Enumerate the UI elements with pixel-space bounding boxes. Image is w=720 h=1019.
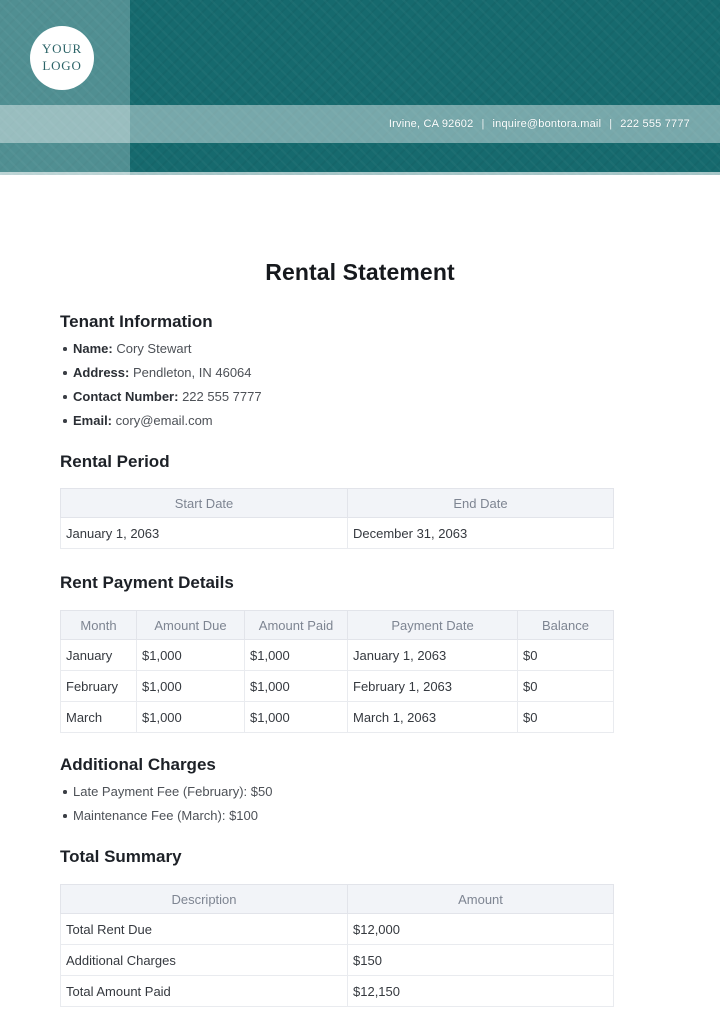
table-row: Total Amount Paid $12,150 bbox=[61, 976, 614, 1007]
table-cell: $1,000 bbox=[245, 640, 348, 671]
total-summary-section: Total Summary Description Amount Total R… bbox=[60, 847, 673, 1007]
item-label: Email: bbox=[73, 413, 112, 428]
table-cell: $1,000 bbox=[245, 702, 348, 733]
rent-payment-table: Month Amount Due Amount Paid Payment Dat… bbox=[60, 610, 614, 733]
additional-charges-heading: Additional Charges bbox=[60, 755, 673, 775]
bullet-dot bbox=[63, 371, 67, 375]
additional-charges-section: Additional Charges Late Payment Fee (Feb… bbox=[60, 755, 673, 823]
item-value: Maintenance Fee (March): $100 bbox=[73, 808, 258, 823]
contact-email: inquire@bontora.mail bbox=[493, 118, 602, 130]
page-title: Rental Statement bbox=[0, 259, 720, 286]
bullet-dot bbox=[63, 419, 67, 423]
column-header: Month bbox=[61, 611, 137, 640]
additional-charges-list: Late Payment Fee (February): $50 Mainten… bbox=[60, 784, 673, 823]
table-row: March $1,000 $1,000 March 1, 2063 $0 bbox=[61, 702, 614, 733]
table-cell: March 1, 2063 bbox=[348, 702, 518, 733]
table-cell: January bbox=[61, 640, 137, 671]
rental-statement-document: Irvine, CA 92602 | inquire@bontora.mail … bbox=[0, 0, 720, 1019]
bullet-dot bbox=[63, 395, 67, 399]
rental-period-section: Rental Period Start Date End Date Januar… bbox=[60, 452, 673, 549]
table-cell: March bbox=[61, 702, 137, 733]
list-item: Maintenance Fee (March): $100 bbox=[60, 808, 673, 823]
column-header: Amount Paid bbox=[245, 611, 348, 640]
table-cell: $0 bbox=[518, 702, 614, 733]
rent-payment-section: Rent Payment Details Month Amount Due Am… bbox=[60, 573, 673, 733]
table-cell: January 1, 2063 bbox=[348, 640, 518, 671]
item-label: Contact Number: bbox=[73, 389, 178, 404]
contact-separator: | bbox=[481, 118, 484, 130]
column-header: Description bbox=[61, 885, 348, 914]
item-value: cory@email.com bbox=[116, 413, 213, 428]
table-cell: January 1, 2063 bbox=[61, 518, 348, 549]
list-item: Email: cory@email.com bbox=[60, 413, 673, 428]
header-banner: Irvine, CA 92602 | inquire@bontora.mail … bbox=[0, 0, 720, 175]
tenant-info-section: Tenant Information Name: Cory Stewart Ad… bbox=[60, 312, 673, 428]
table-cell: $12,000 bbox=[348, 914, 614, 945]
logo-line-2: LOGO bbox=[42, 58, 82, 75]
table-row: February $1,000 $1,000 February 1, 2063 … bbox=[61, 671, 614, 702]
table-cell: Total Amount Paid bbox=[61, 976, 348, 1007]
total-summary-heading: Total Summary bbox=[60, 847, 673, 867]
contact-separator: | bbox=[609, 118, 612, 130]
table-cell: $1,000 bbox=[137, 640, 245, 671]
contact-bar: Irvine, CA 92602 | inquire@bontora.mail … bbox=[389, 105, 690, 143]
table-header-row: Description Amount bbox=[61, 885, 614, 914]
table-cell: $12,150 bbox=[348, 976, 614, 1007]
table-cell: $0 bbox=[518, 640, 614, 671]
rental-period-table: Start Date End Date January 1, 2063 Dece… bbox=[60, 488, 614, 549]
tenant-info-list: Name: Cory Stewart Address: Pendleton, I… bbox=[60, 341, 673, 428]
table-row: Additional Charges $150 bbox=[61, 945, 614, 976]
item-label: Name: bbox=[73, 341, 113, 356]
table-row: Total Rent Due $12,000 bbox=[61, 914, 614, 945]
table-cell: February 1, 2063 bbox=[348, 671, 518, 702]
table-header-row: Month Amount Due Amount Paid Payment Dat… bbox=[61, 611, 614, 640]
column-header: Start Date bbox=[61, 489, 348, 518]
table-row: January $1,000 $1,000 January 1, 2063 $0 bbox=[61, 640, 614, 671]
tenant-info-heading: Tenant Information bbox=[60, 312, 673, 332]
item-value: Pendleton, IN 46064 bbox=[133, 365, 252, 380]
column-header: End Date bbox=[348, 489, 614, 518]
table-cell: Additional Charges bbox=[61, 945, 348, 976]
table-header-row: Start Date End Date bbox=[61, 489, 614, 518]
item-value: 222 555 7777 bbox=[182, 389, 262, 404]
item-value: Late Payment Fee (February): $50 bbox=[73, 784, 272, 799]
bullet-dot bbox=[63, 347, 67, 351]
bullet-dot bbox=[63, 814, 67, 818]
header-bottom-edge bbox=[0, 172, 720, 175]
table-row: January 1, 2063 December 31, 2063 bbox=[61, 518, 614, 549]
item-label: Address: bbox=[73, 365, 129, 380]
column-header: Balance bbox=[518, 611, 614, 640]
logo: YOUR LOGO bbox=[30, 26, 94, 90]
table-cell: $150 bbox=[348, 945, 614, 976]
list-item: Contact Number: 222 555 7777 bbox=[60, 389, 673, 404]
logo-text: YOUR LOGO bbox=[42, 41, 82, 75]
list-item: Late Payment Fee (February): $50 bbox=[60, 784, 673, 799]
table-cell: February bbox=[61, 671, 137, 702]
bullet-dot bbox=[63, 790, 67, 794]
table-cell: Total Rent Due bbox=[61, 914, 348, 945]
rent-payment-heading: Rent Payment Details bbox=[60, 573, 673, 593]
table-cell: $1,000 bbox=[137, 702, 245, 733]
logo-line-1: YOUR bbox=[42, 41, 82, 58]
document-content: Tenant Information Name: Cory Stewart Ad… bbox=[0, 312, 673, 1007]
list-item: Address: Pendleton, IN 46064 bbox=[60, 365, 673, 380]
column-header: Payment Date bbox=[348, 611, 518, 640]
list-item: Name: Cory Stewart bbox=[60, 341, 673, 356]
rental-period-heading: Rental Period bbox=[60, 452, 673, 472]
total-summary-table: Description Amount Total Rent Due $12,00… bbox=[60, 884, 614, 1007]
table-cell: December 31, 2063 bbox=[348, 518, 614, 549]
table-cell: $1,000 bbox=[245, 671, 348, 702]
contact-phone: 222 555 7777 bbox=[620, 118, 690, 130]
table-cell: $0 bbox=[518, 671, 614, 702]
table-cell: $1,000 bbox=[137, 671, 245, 702]
contact-location: Irvine, CA 92602 bbox=[389, 118, 474, 130]
column-header: Amount bbox=[348, 885, 614, 914]
column-header: Amount Due bbox=[137, 611, 245, 640]
item-value: Cory Stewart bbox=[116, 341, 191, 356]
